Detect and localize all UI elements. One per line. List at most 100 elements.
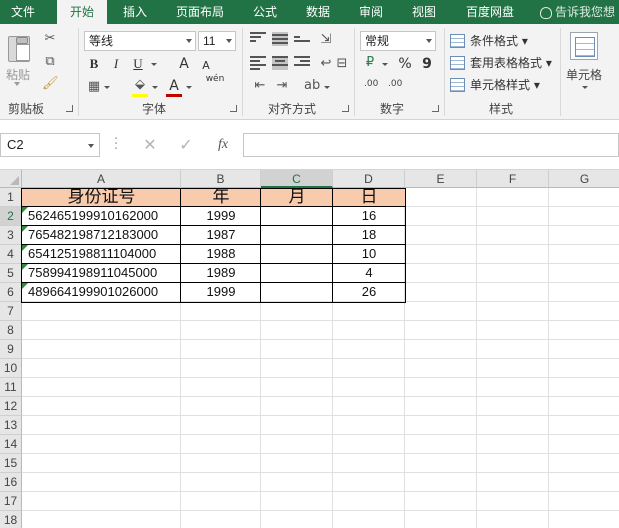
font-grow-button[interactable]: A [175,55,193,73]
row-header-2[interactable]: 2 [0,207,22,226]
alignment-launcher-icon[interactable] [342,105,349,112]
row-header-11[interactable]: 11 [0,378,22,397]
borders-icon[interactable]: ▦ [86,79,102,95]
align-right-icon[interactable] [294,56,310,70]
tab-baidu-netdisk[interactable]: 百度网盘 [458,0,522,24]
font-color-dropdown-icon[interactable] [186,86,192,89]
name-box[interactable]: C2 [0,133,100,157]
row-header-7[interactable]: 7 [0,302,22,321]
formula-input[interactable] [243,133,619,157]
day-cell[interactable]: 16 [333,207,405,226]
cells-dropdown-icon[interactable] [582,86,588,89]
column-header-e[interactable]: E [405,170,477,188]
text-direction-icon[interactable]: ab [304,78,320,94]
clipboard-launcher-icon[interactable] [66,105,73,112]
day-cell[interactable]: 4 [333,264,405,283]
accounting-dropdown-icon[interactable] [382,63,388,66]
id-cell[interactable]: 765482198712183000 [22,226,181,245]
accounting-format-icon[interactable]: ₽ [362,55,378,71]
increase-indent-icon[interactable]: ⇥ [274,78,290,94]
tab-formulas[interactable]: 公式 [244,0,286,24]
row-header-6[interactable]: 6 [0,283,22,302]
cells-group-label[interactable]: 单元格 [566,66,602,83]
copy-icon[interactable]: ⧉ [42,54,58,70]
tab-insert[interactable]: 插入 [113,0,157,24]
borders-dropdown-icon[interactable] [104,86,110,89]
month-cell[interactable] [261,226,333,245]
merge-center-icon[interactable]: ⊟ [334,56,350,72]
row-header-10[interactable]: 10 [0,359,22,378]
cell-styles-button[interactable]: 单元格样式 ▾ [450,76,540,94]
paste-button[interactable] [6,32,32,64]
font-shrink-button[interactable]: A [199,57,213,75]
day-cell[interactable]: 10 [333,245,405,264]
font-name-combo[interactable]: 等线 [84,31,196,51]
tab-data[interactable]: 数据 [297,0,339,24]
number-format-combo[interactable]: 常规 [360,31,436,51]
cancel-icon[interactable]: ✕ [138,133,162,157]
align-top-icon[interactable] [250,32,266,46]
format-as-table-button[interactable]: 套用表格格式 ▾ [450,54,552,72]
phonetic-button[interactable]: wén [204,74,226,92]
font-size-combo[interactable]: 11 [198,31,236,51]
align-left-icon[interactable] [250,56,266,70]
header-cell-year[interactable]: 年 [181,188,261,207]
underline-button[interactable]: U [130,55,146,73]
column-header-g[interactable]: G [549,170,619,188]
column-header-d[interactable]: D [333,170,405,188]
header-cell-month[interactable]: 月 [261,188,333,207]
row-header-16[interactable]: 16 [0,473,22,492]
id-cell[interactable]: 654125198811104000 [22,245,181,264]
orientation-icon[interactable]: ⇲ [318,32,334,48]
row-header-12[interactable]: 12 [0,397,22,416]
tab-review[interactable]: 审阅 [350,0,392,24]
row-header-13[interactable]: 13 [0,416,22,435]
align-bottom-icon[interactable] [294,32,310,46]
paste-dropdown-icon[interactable] [14,82,20,86]
tab-page-layout[interactable]: 页面布局 [168,0,232,24]
row-header-17[interactable]: 17 [0,492,22,511]
id-cell[interactable]: 489664199901026000 [22,283,181,302]
tab-view[interactable]: 视图 [403,0,445,24]
id-cell[interactable]: 758994198911045000 [22,264,181,283]
italic-button[interactable]: I [108,55,124,73]
decrease-indent-icon[interactable]: ⇤ [252,78,268,94]
tab-file[interactable]: 文件 [0,0,46,24]
day-cell[interactable]: 26 [333,283,405,302]
align-center-icon[interactable] [272,56,288,70]
enter-icon[interactable]: ✓ [174,133,198,157]
column-header-a[interactable]: A [22,170,181,188]
year-cell[interactable]: 1989 [181,264,261,283]
align-middle-icon[interactable] [272,32,288,46]
conditional-formatting-button[interactable]: 条件格式 ▾ [450,32,528,50]
underline-dropdown-icon[interactable] [151,63,157,66]
format-painter-icon[interactable]: 🖌 [42,76,59,92]
row-header-3[interactable]: 3 [0,226,22,245]
wrap-text-icon[interactable]: ↩ [318,56,334,72]
cut-icon[interactable]: ✂ [42,31,58,47]
decrease-decimal-button[interactable]: .00 [388,80,402,89]
number-launcher-icon[interactable] [432,105,439,112]
day-cell[interactable]: 18 [333,226,405,245]
year-cell[interactable]: 1999 [181,207,261,226]
formula-bar-grip-icon[interactable]: · · · [114,133,118,156]
column-header-f[interactable]: F [477,170,549,188]
month-cell[interactable] [261,207,333,226]
fill-color-icon[interactable]: ⬙ [132,77,148,93]
month-cell[interactable] [261,264,333,283]
month-cell[interactable] [261,245,333,264]
insert-function-button[interactable]: fx [208,133,238,157]
header-cell-id[interactable]: 身份证号 [22,188,181,207]
column-header-b[interactable]: B [181,170,261,188]
row-header-9[interactable]: 9 [0,340,22,359]
header-cell-day[interactable]: 日 [333,188,405,207]
select-all-button[interactable] [0,170,22,188]
paste-label[interactable]: 粘贴 [6,66,30,83]
row-header-1[interactable]: 1 [0,188,22,207]
row-header-8[interactable]: 8 [0,321,22,340]
tab-home[interactable]: 开始 [57,0,107,24]
cells-icon[interactable] [570,32,598,60]
font-color-icon[interactable]: A [166,77,182,95]
year-cell[interactable]: 1988 [181,245,261,264]
text-direction-dropdown-icon[interactable] [324,86,330,89]
